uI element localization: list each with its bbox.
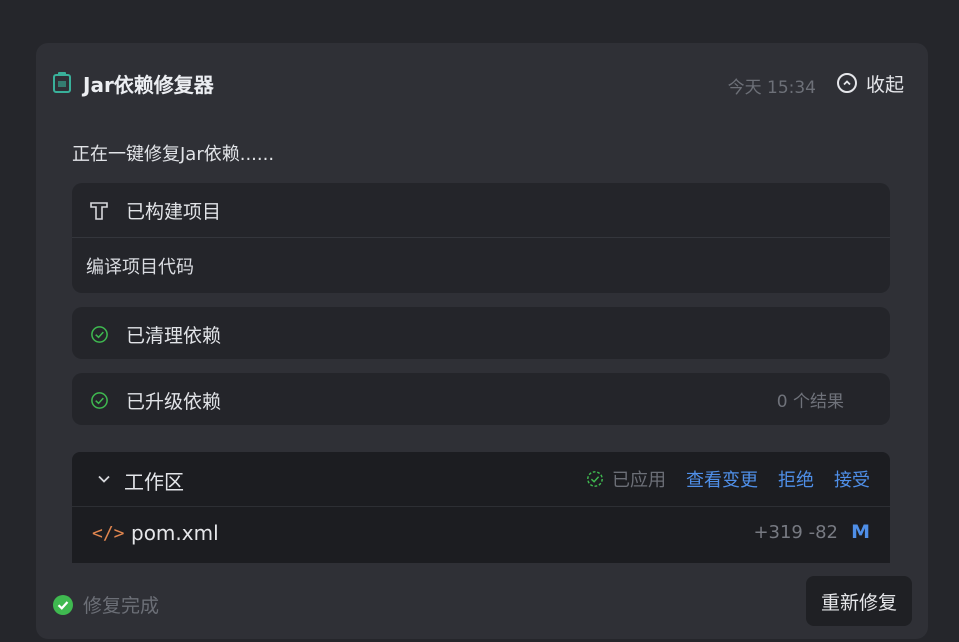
step-upgrade-row[interactable]: 已升级依赖 [72,373,890,427]
code-file-icon: </> [92,523,125,544]
check-circle-icon [88,389,110,411]
chevron-down-icon[interactable] [96,471,112,487]
file-row[interactable]: </> pom.xml +319 -82 M [72,507,890,562]
reject-link[interactable]: 拒绝 [778,466,814,492]
workspace-title: 工作区 [124,470,184,494]
footer-status: 修复完成 [52,591,159,618]
step-clean-label: 已清理依赖 [126,324,222,347]
app-title: Jar依赖修复器 [83,73,214,97]
applied-label: 已应用 [612,470,666,491]
modified-badge: M [851,521,870,543]
workspace-actions: 已应用 查看变更 拒绝 接受 [586,466,870,492]
retry-button[interactable]: 重新修复 [806,576,912,626]
hammer-icon [88,199,110,221]
step-clean-row[interactable]: 已清理依赖 [72,307,890,361]
check-circle-icon [88,323,110,345]
step-build-row[interactable]: 已构建项目 [72,183,890,237]
applied-status: 已应用 [586,466,666,492]
file-name[interactable]: pom.xml [131,521,219,545]
card-header: Jar依赖修复器 今天 15:34 收起 [36,43,928,125]
step-clean-panel[interactable]: 已清理依赖 [72,307,890,359]
result-count: 0 个结果 [776,392,844,412]
success-icon [53,594,73,615]
timestamp: 今天 15:34 [727,78,816,98]
status-line: 正在一键修复Jar依赖...... [72,144,275,165]
jar-fixer-card: Jar依赖修复器 今天 15:34 收起 正在一键修复Jar依赖...... 已… [36,43,928,639]
step-build-detail: 编译项目代码 [86,256,194,278]
jar-file-icon [53,72,71,93]
applied-check-icon [587,471,603,487]
step-build-label: 已构建项目 [126,200,222,223]
collapse-button[interactable]: 收起 [836,70,904,96]
step-upgrade-label: 已升级依赖 [126,390,222,413]
workspace-header[interactable]: 工作区 已应用 查看变更 拒绝 接受 [72,452,890,506]
collapse-icon [836,73,857,93]
footer-status-label: 修复完成 [83,595,160,617]
diff-stats: +319 -82 [753,522,838,543]
step-upgrade-panel[interactable]: 已升级依赖 0 个结果 [72,373,890,425]
view-changes-link[interactable]: 查看变更 [686,466,758,492]
accept-link[interactable]: 接受 [834,466,870,492]
step-build-panel[interactable]: 已构建项目 编译项目代码 [72,183,890,293]
workspace-panel: 工作区 已应用 查看变更 拒绝 接受 </> pom.xml +319 -82 … [72,452,890,563]
collapse-label: 收起 [865,73,904,96]
